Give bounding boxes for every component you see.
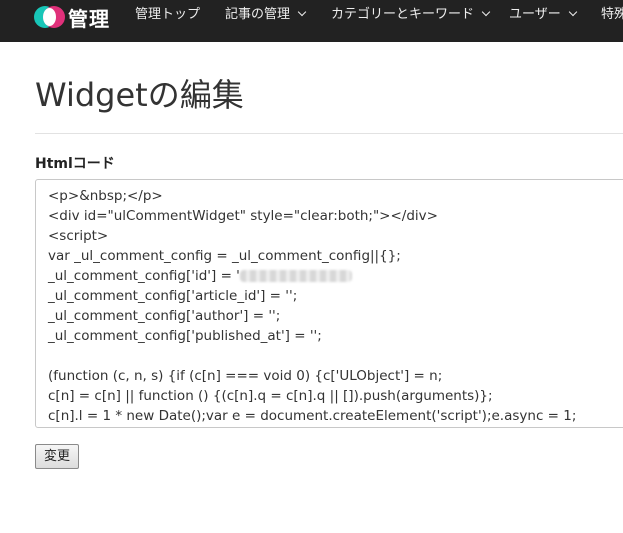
code-line: c[n].l = 1 * new Date();var e = document…	[48, 408, 577, 424]
nav-item-label: 管理トップ	[135, 7, 201, 22]
top-navbar: 管理 管理トップ 記事の管理 カテゴリーとキーワード ユーザー 特殊	[0, 0, 623, 42]
nav-item-label: 特殊	[601, 7, 623, 22]
logo-icon	[34, 6, 65, 28]
code-line: <div id="ulCommentWidget" style="clear:b…	[48, 208, 438, 224]
code-line: (function (c, n, s) {if (c[n] === void 0…	[48, 368, 443, 384]
nav-item-articles[interactable]: 記事の管理	[225, 0, 307, 30]
page-title: Widgetの編集	[35, 76, 244, 114]
chevron-down-icon	[568, 7, 577, 17]
submit-button[interactable]: 変更	[35, 444, 79, 469]
nav-item-categories-keywords[interactable]: カテゴリーとキーワード	[331, 0, 491, 30]
redacted-value	[239, 270, 352, 282]
code-line-text: _ul_comment_config['id'] = '	[48, 268, 240, 284]
code-line: _ul_comment_config['article_id'] = '';	[48, 288, 298, 304]
code-line-id: _ul_comment_config['id'] = '	[48, 266, 623, 286]
code-line: var _ul_comment_config = _ul_comment_con…	[48, 248, 401, 264]
nav-item-label: カテゴリーとキーワード	[331, 7, 475, 22]
code-line: _ul_comment_config['author'] = '';	[48, 308, 281, 324]
nav-item-label: 記事の管理	[225, 7, 291, 22]
html-code-label: Htmlコード	[35, 156, 115, 172]
code-line: <p>&nbsp;</p>	[48, 188, 163, 204]
chevron-down-icon	[481, 7, 491, 17]
nav-item-users[interactable]: ユーザー	[509, 0, 577, 30]
chevron-down-icon	[297, 7, 307, 17]
nav-item-special[interactable]: 特殊	[601, 0, 623, 30]
nav-item-admin-top[interactable]: 管理トップ	[135, 0, 200, 30]
code-line: c[n] = c[n] || function () {(c[n].q = c[…	[48, 388, 493, 404]
logo[interactable]: 管理	[34, 4, 110, 31]
code-line: <script>	[48, 228, 109, 244]
nav-item-label: ユーザー	[509, 7, 561, 22]
code-line: _ul_comment_config['published_at'] = '';	[48, 328, 322, 344]
html-code-textarea[interactable]: <p>&nbsp;</p> <div id="ulCommentWidget" …	[35, 179, 623, 428]
logo-text: 管理	[68, 6, 110, 31]
title-divider	[35, 133, 623, 134]
